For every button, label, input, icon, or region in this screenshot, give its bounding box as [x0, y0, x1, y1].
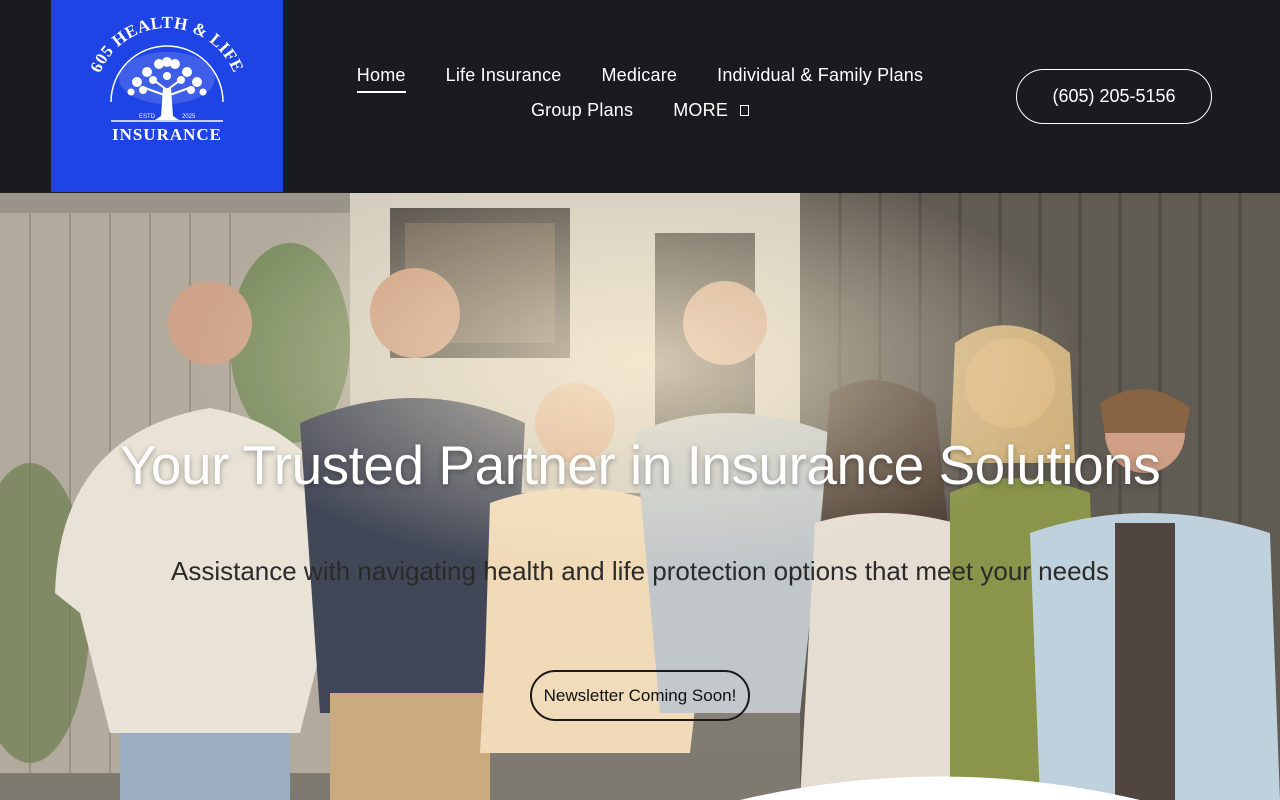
dropdown-icon: [740, 104, 750, 116]
svg-text:INSURANCE: INSURANCE: [112, 125, 222, 144]
hero-title: Your Trusted Partner in Insurance Soluti…: [119, 434, 1161, 496]
site-header: 605 HEALTH & LIFE ESTD 2025 INSURANCE Ho…: [0, 0, 1280, 192]
nav-item-group-plans[interactable]: Group Plans: [531, 100, 633, 125]
nav-item-home[interactable]: Home: [356, 65, 406, 93]
svg-text:ESTD: ESTD: [139, 114, 156, 120]
nav-item-medicare[interactable]: Medicare: [601, 65, 677, 90]
phone-button[interactable]: (605) 205-5156: [1016, 69, 1212, 124]
svg-text:2025: 2025: [182, 114, 196, 120]
nav-item-life-insurance[interactable]: Life Insurance: [446, 65, 562, 90]
newsletter-button[interactable]: Newsletter Coming Soon!: [530, 670, 750, 721]
nav-item-individual-family-plans[interactable]: Individual & Family Plans: [717, 65, 923, 90]
nav-item-more[interactable]: MORE: [673, 100, 750, 125]
nav-more-label: MORE: [673, 100, 729, 120]
nav-row-2: Group Plans MORE: [320, 95, 960, 130]
hero-subtitle: Assistance with navigating health and li…: [170, 556, 1110, 586]
hero-section: Your Trusted Partner in Insurance Soluti…: [0, 193, 1280, 800]
tree-logo-icon: 605 HEALTH & LIFE ESTD 2025 INSURANCE: [86, 13, 247, 144]
main-nav: Home Life Insurance Medicare Individual …: [320, 60, 960, 130]
nav-row-1: Home Life Insurance Medicare Individual …: [320, 60, 960, 95]
logo[interactable]: 605 HEALTH & LIFE ESTD 2025 INSURANCE: [51, 0, 283, 192]
